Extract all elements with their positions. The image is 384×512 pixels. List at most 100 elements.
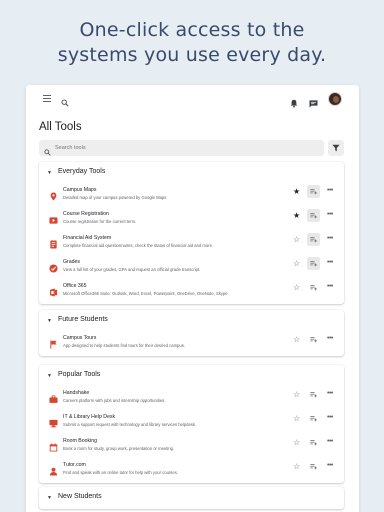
tool-name[interactable]: Handshake xyxy=(63,390,89,396)
add-to-list-icon[interactable] xyxy=(307,233,320,246)
tool-section: ▼ Everyday Tools Campus Maps Detailed map o… xyxy=(39,162,344,304)
tool-description: View a full list of your grades, GPA and… xyxy=(63,267,201,272)
more-options-icon[interactable]: ••• xyxy=(327,283,333,290)
section-title: Future Students xyxy=(58,316,108,323)
page-title: All Tools xyxy=(39,121,82,133)
star-outline-icon[interactable]: ☆ xyxy=(293,439,300,447)
add-to-list-icon[interactable] xyxy=(307,333,320,346)
user-avatar[interactable] xyxy=(328,92,342,106)
tool-name[interactable]: Room Booking xyxy=(63,438,97,444)
calendar-icon xyxy=(49,439,58,452)
office-icon xyxy=(49,284,58,297)
tool-row[interactable]: Course Registration Course registration f… xyxy=(39,208,344,232)
star-outline-icon[interactable]: ☆ xyxy=(293,260,300,268)
add-to-list-icon[interactable] xyxy=(307,460,320,473)
tool-section: ▼ New Students xyxy=(39,487,344,509)
section-title: Everyday Tools xyxy=(58,168,106,175)
section-title: Popular Tools xyxy=(58,371,101,378)
more-options-icon[interactable]: ••• xyxy=(327,414,333,421)
more-options-icon[interactable]: ••• xyxy=(327,462,333,469)
headline-line-1: One-click access to the xyxy=(79,19,305,41)
add-to-list-icon[interactable] xyxy=(307,185,320,198)
tool-row[interactable]: Campus Maps Detailed map of your campus p… xyxy=(39,184,344,208)
search-bar[interactable] xyxy=(39,140,324,156)
checkmark-circle-icon xyxy=(49,260,58,273)
star-outline-icon[interactable]: ☆ xyxy=(293,415,300,423)
star-outline-icon[interactable]: ☆ xyxy=(293,284,300,292)
more-options-icon[interactable]: ••• xyxy=(327,390,333,397)
section-header[interactable]: ▼ New Students xyxy=(39,487,344,509)
tool-row[interactable]: Campus Tours App designed to help student… xyxy=(39,332,344,356)
search-field-icon xyxy=(44,143,51,161)
collapse-caret-icon[interactable]: ▼ xyxy=(47,318,52,324)
briefcase-icon xyxy=(49,391,58,403)
search-input[interactable] xyxy=(55,140,315,156)
collapse-caret-icon[interactable]: ▼ xyxy=(47,495,52,501)
map-pin-icon xyxy=(49,188,58,201)
tool-row[interactable]: Room Booking Book a room for study, group… xyxy=(39,435,344,459)
star-outline-icon[interactable]: ☆ xyxy=(293,236,300,244)
help-desk-icon xyxy=(49,415,58,428)
star-outline-icon[interactable]: ☆ xyxy=(293,391,300,399)
tool-row[interactable]: Financial Aid System Complete financial a… xyxy=(39,232,344,256)
marketing-headline: One-click access to the systems you use … xyxy=(0,18,384,68)
document-icon xyxy=(49,236,58,249)
tool-description: Careers platform with jobs and internshi… xyxy=(63,398,166,403)
tool-description: Book a room for study, group work, prese… xyxy=(63,446,175,451)
star-outline-icon[interactable]: ☆ xyxy=(293,336,300,344)
search-icon[interactable] xyxy=(61,94,69,112)
tool-description: Course registration for the current term… xyxy=(63,219,137,224)
more-options-icon[interactable]: ••• xyxy=(327,235,333,242)
tool-name[interactable]: Office 365 xyxy=(63,283,87,289)
tools-panel: All Tools ▼ Everyday Tools Campus Maps Deta… xyxy=(26,85,359,512)
tool-row[interactable]: IT & Library Help Desk Submit a support r… xyxy=(39,411,344,435)
add-to-list-icon[interactable] xyxy=(307,209,320,222)
messages-chat-icon[interactable] xyxy=(309,95,318,113)
tool-name[interactable]: Grades xyxy=(63,259,80,265)
collapse-caret-icon[interactable]: ▼ xyxy=(47,373,52,379)
tool-name[interactable]: Campus Tours xyxy=(63,335,96,341)
tool-name[interactable]: Financial Aid System xyxy=(63,235,111,241)
flag-icon xyxy=(49,336,58,349)
add-to-list-icon[interactable] xyxy=(307,388,320,401)
add-to-list-icon[interactable] xyxy=(307,257,320,270)
tool-row[interactable]: Office 365 Microsoft Office365 Suite: Out… xyxy=(39,280,344,304)
tool-name[interactable]: Campus Maps xyxy=(63,187,96,193)
tool-row[interactable]: Tutor.com Find and speak with an online t… xyxy=(39,459,344,483)
tool-description: Microsoft Office365 Suite: Outlook, Word… xyxy=(63,291,228,296)
tutor-icon xyxy=(49,463,58,476)
more-options-icon[interactable]: ••• xyxy=(327,187,333,194)
add-to-list-icon[interactable] xyxy=(307,436,320,449)
tool-name[interactable]: Tutor.com xyxy=(63,462,86,468)
tool-name[interactable]: Course Registration xyxy=(63,211,109,217)
more-options-icon[interactable]: ••• xyxy=(327,211,333,218)
star-filled-icon[interactable]: ★ xyxy=(293,188,300,196)
top-app-bar xyxy=(26,85,359,117)
notifications-bell-icon[interactable] xyxy=(290,95,298,113)
section-title: New Students xyxy=(58,493,102,500)
filter-button[interactable] xyxy=(328,140,344,156)
tool-description: Find and speak with an online tutor for … xyxy=(63,470,178,475)
tool-description: Submit a support request with technology… xyxy=(63,422,197,427)
more-options-icon[interactable]: ••• xyxy=(327,438,333,445)
star-filled-icon[interactable]: ★ xyxy=(293,212,300,220)
tool-row[interactable]: Handshake Careers platform with jobs and … xyxy=(39,387,344,411)
section-header[interactable]: ▼ Everyday Tools xyxy=(39,162,344,184)
tool-description: Complete financial aid questionnaires, c… xyxy=(63,243,214,248)
add-to-list-icon[interactable] xyxy=(307,281,320,294)
more-options-icon[interactable]: ••• xyxy=(327,335,333,342)
collapse-caret-icon[interactable]: ▼ xyxy=(47,170,52,176)
add-to-list-icon[interactable] xyxy=(307,412,320,425)
more-options-icon[interactable]: ••• xyxy=(327,259,333,266)
tool-description: App designed to help students find tours… xyxy=(63,343,185,348)
tool-section: ▼ Popular Tools Handshake Careers platform … xyxy=(39,365,344,483)
star-outline-icon[interactable]: ☆ xyxy=(293,463,300,471)
tool-row[interactable]: Grades View a full list of your grades, G… xyxy=(39,256,344,280)
section-header[interactable]: ▼ Popular Tools xyxy=(39,365,344,387)
tool-name[interactable]: IT & Library Help Desk xyxy=(63,414,115,420)
section-header[interactable]: ▼ Future Students xyxy=(39,310,344,332)
headline-line-2: systems you use every day. xyxy=(57,44,327,66)
tool-description: Detailed map of your campus powered by G… xyxy=(63,195,167,200)
menu-icon[interactable] xyxy=(43,95,51,102)
filter-icon xyxy=(332,144,340,152)
